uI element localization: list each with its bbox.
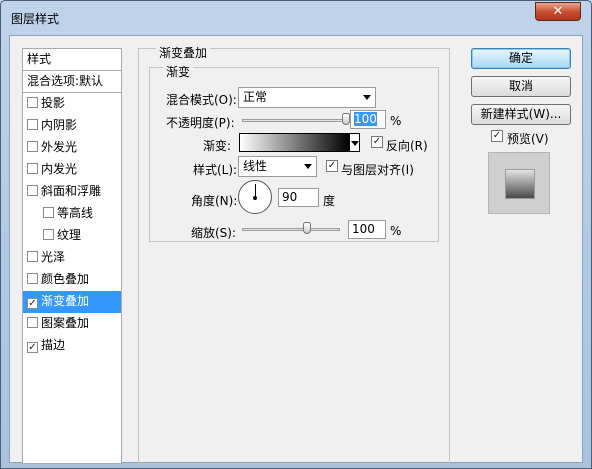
style-list: 样式 混合选项:默认 投影内阴影外发光内发光斜面和浮雕等高线纹理光泽颜色叠加渐变… [22, 48, 122, 464]
style-list-item[interactable]: 等高线 [23, 203, 121, 225]
style-list-header[interactable]: 样式 [23, 49, 121, 71]
style-label: 样式(L): [193, 163, 238, 177]
style-item-checkbox[interactable] [27, 317, 38, 328]
angle-dial[interactable] [238, 180, 272, 214]
style-item-label: 等高线 [57, 206, 94, 220]
style-item-label: 斜面和浮雕 [41, 184, 102, 198]
style-item-checkbox[interactable] [43, 207, 54, 218]
blend-mode-value: 正常 [243, 90, 268, 104]
style-list-item[interactable]: 内发光 [23, 159, 121, 181]
chevron-down-icon [304, 164, 312, 169]
style-item-label: 光泽 [41, 250, 66, 264]
scale-unit: % [390, 224, 402, 238]
style-item-checkbox[interactable] [27, 251, 38, 262]
scale-slider-track[interactable] [242, 228, 340, 231]
opacity-value: 100 [354, 112, 377, 126]
cancel-button[interactable]: 取消 [471, 76, 571, 97]
chevron-down-icon [363, 95, 371, 100]
gradient-label: 渐变: [203, 139, 232, 153]
dialog-client-area: 样式 混合选项:默认 投影内阴影外发光内发光斜面和浮雕等高线纹理光泽颜色叠加渐变… [9, 35, 583, 464]
scale-label: 缩放(S): [191, 226, 237, 240]
style-item-label: 内阴影 [41, 118, 78, 132]
style-item-label: 外发光 [41, 140, 78, 154]
gradient-picker[interactable] [239, 133, 350, 152]
angle-label: 角度(N): [191, 194, 238, 208]
style-item-checkbox[interactable] [27, 185, 38, 196]
layer-style-dialog: 图层样式 ✕ 样式 混合选项:默认 投影内阴影外发光内发光斜面和浮雕等高线纹理光… [0, 0, 592, 469]
align-with-layer-checkbox[interactable] [326, 160, 338, 172]
opacity-slider-thumb[interactable] [342, 113, 350, 125]
new-style-button[interactable]: 新建样式(W)... [471, 104, 571, 125]
style-item-checkbox[interactable] [27, 163, 38, 174]
style-item-label: 渐变叠加 [41, 294, 90, 308]
opacity-unit: % [390, 114, 402, 128]
reverse-label: 反向(R) [386, 139, 428, 153]
style-list-item[interactable]: 颜色叠加 [23, 269, 121, 291]
style-item-checkbox[interactable] [43, 229, 54, 240]
style-item-label: 投影 [41, 96, 66, 110]
style-item-checkbox[interactable] [27, 342, 38, 353]
style-list-item[interactable]: 图案叠加 [23, 313, 121, 335]
style-item-checkbox[interactable] [27, 298, 38, 309]
opacity-label: 不透明度(P): [166, 116, 235, 130]
style-item-checkbox[interactable] [27, 273, 38, 284]
style-list-item[interactable]: 纹理 [23, 225, 121, 247]
opacity-input[interactable]: 100 [350, 110, 386, 129]
style-item-checkbox[interactable] [27, 97, 38, 108]
style-list-item[interactable]: 渐变叠加 [23, 291, 121, 313]
style-preview [488, 152, 550, 214]
style-item-label: 内发光 [41, 162, 78, 176]
angle-value: 90 [282, 190, 298, 204]
preview-label: 预览(V) [507, 132, 549, 146]
angle-input[interactable]: 90 [278, 188, 319, 207]
ok-button[interactable]: 确定 [471, 48, 571, 69]
style-list-item[interactable]: 光泽 [23, 247, 121, 269]
style-list-item[interactable]: 斜面和浮雕 [23, 181, 121, 203]
title-bar[interactable]: 图层样式 ✕ [1, 1, 591, 35]
gradient-dropdown-button[interactable] [349, 133, 360, 152]
scale-input[interactable]: 100 [348, 220, 386, 239]
blend-mode-label: 混合模式(O): [166, 93, 237, 107]
blend-options-default[interactable]: 混合选项:默认 [23, 71, 121, 93]
scale-value: 100 [352, 222, 375, 236]
style-item-checkbox[interactable] [27, 119, 38, 130]
window-title: 图层样式 [11, 12, 60, 26]
style-item-label: 颜色叠加 [41, 272, 90, 286]
opacity-slider-track[interactable] [242, 119, 348, 122]
blend-mode-select[interactable]: 正常 [238, 87, 376, 108]
align-with-layer-label: 与图层对齐(I) [341, 163, 414, 177]
reverse-checkbox[interactable] [371, 136, 383, 148]
scale-slider-thumb[interactable] [302, 222, 311, 234]
panel-title: 渐变叠加 [156, 44, 211, 61]
style-value: 线性 [243, 159, 268, 173]
angle-unit: 度 [323, 194, 336, 208]
style-list-item[interactable]: 内阴影 [23, 115, 121, 137]
style-list-item[interactable]: 外发光 [23, 137, 121, 159]
style-item-label: 图案叠加 [41, 316, 90, 330]
style-item-checkbox[interactable] [27, 141, 38, 152]
close-button[interactable]: ✕ [535, 2, 581, 21]
style-select[interactable]: 线性 [238, 156, 317, 177]
style-item-label: 纹理 [57, 228, 82, 242]
style-item-label: 描边 [41, 338, 66, 352]
style-list-item[interactable]: 投影 [23, 93, 121, 115]
gradient-group-title: 渐变 [163, 63, 194, 80]
preview-checkbox[interactable] [491, 130, 503, 142]
angle-center-dot [253, 196, 257, 200]
style-list-item[interactable]: 描边 [23, 335, 121, 357]
preview-swatch [505, 169, 535, 199]
